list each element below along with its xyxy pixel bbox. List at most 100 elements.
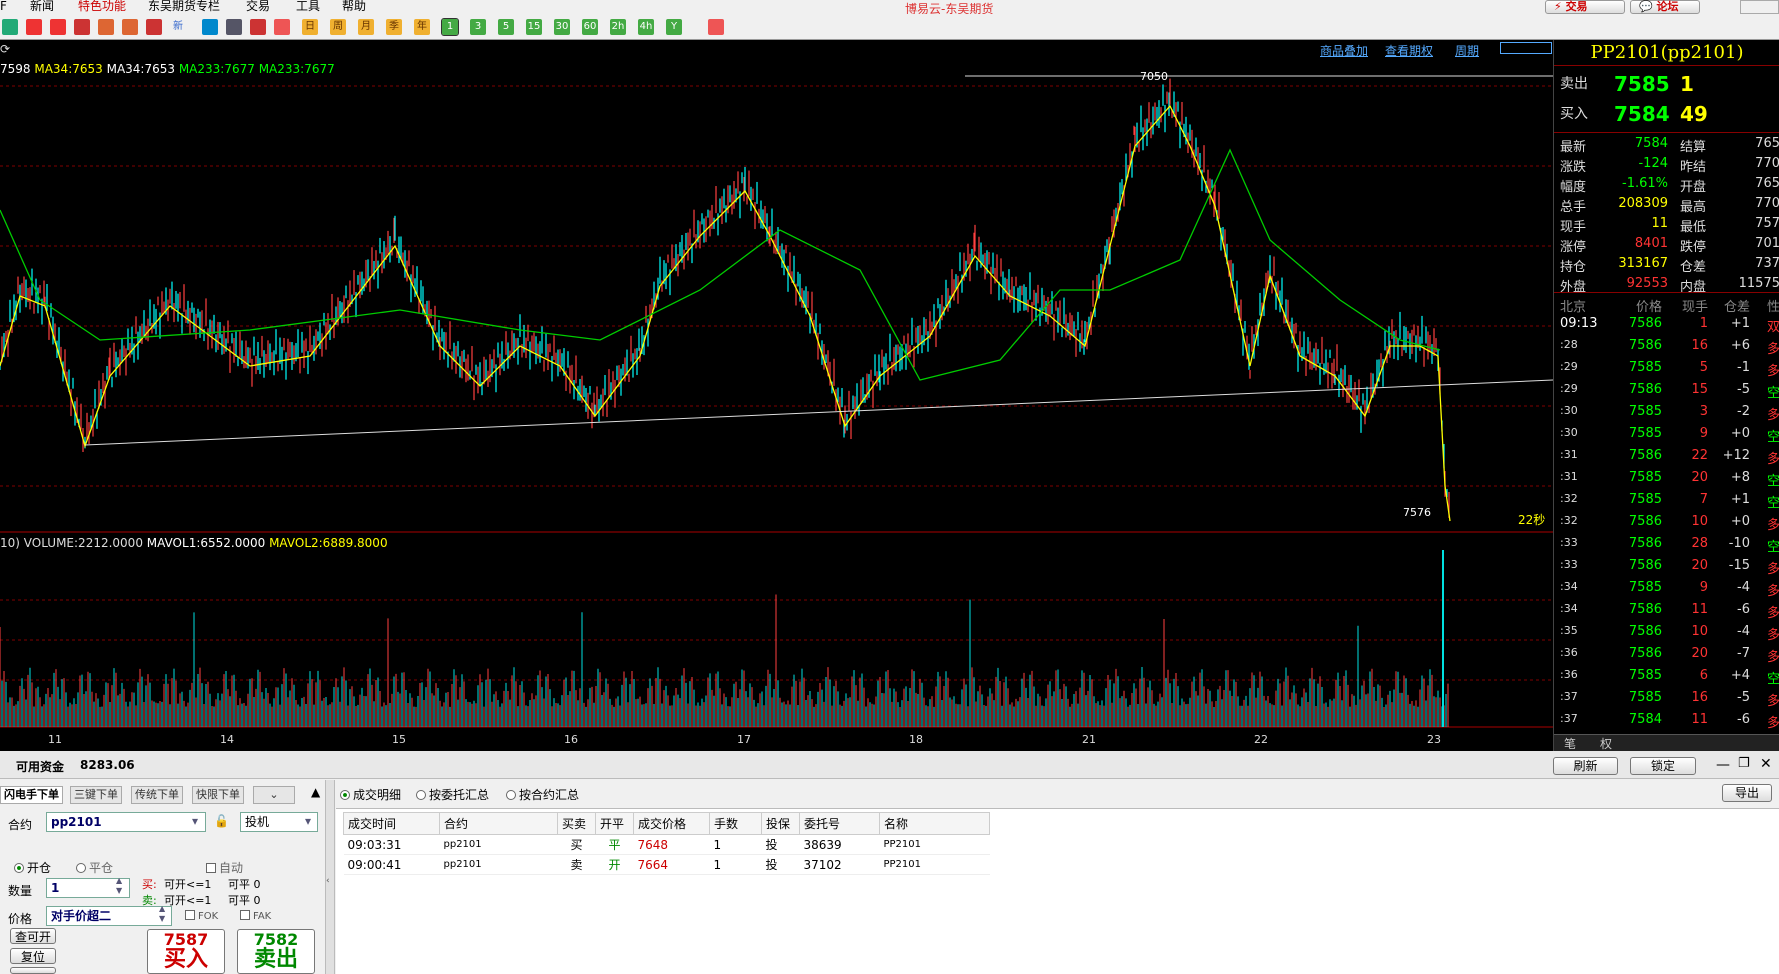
tab-flash-order[interactable]: 闪电手下单 <box>0 786 63 804</box>
period-button-Y[interactable]: Y <box>666 19 682 35</box>
zoom-out-icon[interactable] <box>50 19 66 35</box>
menu-item-news[interactable]: 新闻 <box>30 0 54 12</box>
hedge-dropdown-icon[interactable]: ▾ <box>305 814 311 828</box>
table-row[interactable]: 09:03:31 pp2101 买平 7648 1 投 38639 PP2101 <box>343 834 990 855</box>
lock-button[interactable]: 锁定 <box>1630 757 1696 775</box>
column-header[interactable]: 买卖 <box>557 812 596 835</box>
layout-toggle-icon[interactable] <box>1500 42 1552 54</box>
period-button-周[interactable]: 周 <box>330 19 346 35</box>
query-open-button[interactable]: 查可开 <box>10 928 56 944</box>
menu-item-file[interactable]: F <box>0 0 7 12</box>
open-radio[interactable]: 开仓 <box>14 859 51 876</box>
column-header[interactable]: 名称 <box>879 812 990 835</box>
close-icon[interactable]: ✕ <box>1760 756 1772 772</box>
tab-rights[interactable]: 权 <box>1600 735 1612 752</box>
minimize-icon[interactable]: — <box>1716 757 1730 773</box>
period-button-3[interactable]: 3 <box>470 19 486 35</box>
period-button-1[interactable]: 1 <box>441 18 459 36</box>
more-tabs-icon[interactable]: ⌄ <box>253 786 295 804</box>
paint-icon[interactable] <box>122 19 138 35</box>
column-header[interactable]: 开平 <box>595 812 634 835</box>
period-button-月[interactable]: 月 <box>358 19 374 35</box>
sell-order-button[interactable]: 7582 卖出 <box>237 929 315 974</box>
view-trades-radio[interactable]: 成交明细 <box>340 786 401 803</box>
view-by-order-radio[interactable]: 按委托汇总 <box>416 786 489 803</box>
column-header[interactable]: 成交价格 <box>633 812 710 835</box>
contract-dropdown-icon[interactable]: ▾ <box>192 814 198 828</box>
period-button-季[interactable]: 季 <box>386 19 402 35</box>
new-window-icon[interactable]: 新 <box>170 19 186 35</box>
tick-cell: :31 <box>1560 448 1578 461</box>
table-icon[interactable] <box>226 19 242 35</box>
table-cell: pp2101 <box>439 834 558 855</box>
period-button-5[interactable]: 5 <box>498 19 514 35</box>
period-button-60[interactable]: 60 <box>582 19 598 35</box>
chart-icon[interactable] <box>250 19 266 35</box>
tick-cell: 7586 <box>1628 514 1662 529</box>
alert-icon[interactable] <box>146 19 162 35</box>
forum-top-button[interactable]: 💬 论坛 <box>1630 0 1700 14</box>
qty-stepper-icon[interactable]: ▲ ▼ <box>116 876 122 896</box>
fok-checkbox[interactable]: FOK <box>185 910 218 922</box>
column-header[interactable]: 成交时间 <box>343 812 440 835</box>
collapse-up-icon[interactable]: ▲ <box>311 785 320 799</box>
calendar-icon[interactable] <box>708 19 724 35</box>
stat-value: 701 <box>1755 236 1779 251</box>
refresh-icon[interactable] <box>2 19 18 35</box>
table-header: 成交时间 合约 买卖 开平 成交价格 手数 投保 委托号 名称 <box>343 812 990 835</box>
auto-checkbox[interactable]: 自动 <box>206 859 243 876</box>
link-overlay[interactable]: 商品叠加 <box>1320 42 1368 59</box>
splitter-handle[interactable]: ‹ <box>325 780 335 974</box>
tab-ticks[interactable]: 笔 <box>1564 735 1576 752</box>
restore-icon[interactable]: ❐ <box>1738 756 1750 771</box>
menu-item-tools[interactable]: 工具 <box>296 0 320 12</box>
link-options[interactable]: 查看期权 <box>1385 42 1433 59</box>
price-type-select[interactable]: 对手价超二 <box>46 906 172 926</box>
cut-button[interactable] <box>10 967 56 974</box>
menu-bar: F 新闻 特色功能 东吴期货专栏 交易 工具 帮助 <box>0 0 1779 14</box>
period-button-日[interactable]: 日 <box>302 19 318 35</box>
contract-title: PP2101(pp2101) <box>1554 40 1779 66</box>
stat-value: -124 <box>1638 156 1668 171</box>
contract-select[interactable]: pp2101 <box>46 812 206 832</box>
lock-icon[interactable]: 🔓 <box>214 814 229 828</box>
window-icon[interactable] <box>74 19 90 35</box>
view-by-contract-radio[interactable]: 按合约汇总 <box>506 786 579 803</box>
tick-icon[interactable] <box>274 19 290 35</box>
column-header[interactable]: 合约 <box>439 812 558 835</box>
kline-chart-area[interactable]: 7050 7576 22秒 11 14 15 16 17 18 21 22 23 <box>0 40 1553 751</box>
tab-quick-order[interactable]: 快限下单 <box>192 786 244 804</box>
period-button-15[interactable]: 15 <box>526 19 542 35</box>
period-button-年[interactable]: 年 <box>414 19 430 35</box>
period-button-2h[interactable]: 2h <box>610 19 626 35</box>
trade-top-button[interactable]: ⚡ 交易 <box>1545 0 1625 14</box>
price-chart[interactable]: 7050 7576 22秒 11 14 15 16 17 18 21 22 23 <box>0 40 1553 751</box>
menu-item-trade[interactable]: 交易 <box>246 0 270 12</box>
new-icon[interactable] <box>202 19 218 35</box>
menu-item-column[interactable]: 东吴期货专栏 <box>148 0 220 12</box>
buy-price: 7584 <box>1614 102 1670 126</box>
column-header[interactable]: 委托号 <box>799 812 880 835</box>
price-stepper-icon[interactable]: ▲ ▼ <box>159 904 165 924</box>
menu-item-help[interactable]: 帮助 <box>342 0 366 12</box>
column-header[interactable]: 手数 <box>709 812 762 835</box>
reset-button[interactable]: 复位 <box>10 948 56 964</box>
tab-classic-order[interactable]: 传统下单 <box>131 786 183 804</box>
period-button-4h[interactable]: 4h <box>638 19 654 35</box>
column-header[interactable]: 投保 <box>761 812 800 835</box>
export-button[interactable]: 导出 <box>1722 784 1772 802</box>
menu-item-features[interactable]: 特色功能 <box>78 0 126 12</box>
window-controls[interactable] <box>1740 0 1779 14</box>
refresh-button[interactable]: 刷新 <box>1553 757 1618 775</box>
fak-checkbox[interactable]: FAK <box>240 910 271 922</box>
table-row[interactable]: 09:00:41 pp2101 卖开 7664 1 投 37102 PP2101 <box>343 854 990 875</box>
period-button-30[interactable]: 30 <box>554 19 570 35</box>
link-period[interactable]: 周期 <box>1455 42 1479 59</box>
tab-three-key-order[interactable]: 三键下单 <box>70 786 122 804</box>
tick-cell: 7586 <box>1628 448 1662 463</box>
zoom-in-icon[interactable] <box>26 19 42 35</box>
tick-cell: 7584 <box>1628 712 1662 727</box>
pen-icon[interactable] <box>98 19 114 35</box>
close-radio[interactable]: 平仓 <box>76 859 113 876</box>
buy-order-button[interactable]: 7587 买入 <box>147 929 225 974</box>
